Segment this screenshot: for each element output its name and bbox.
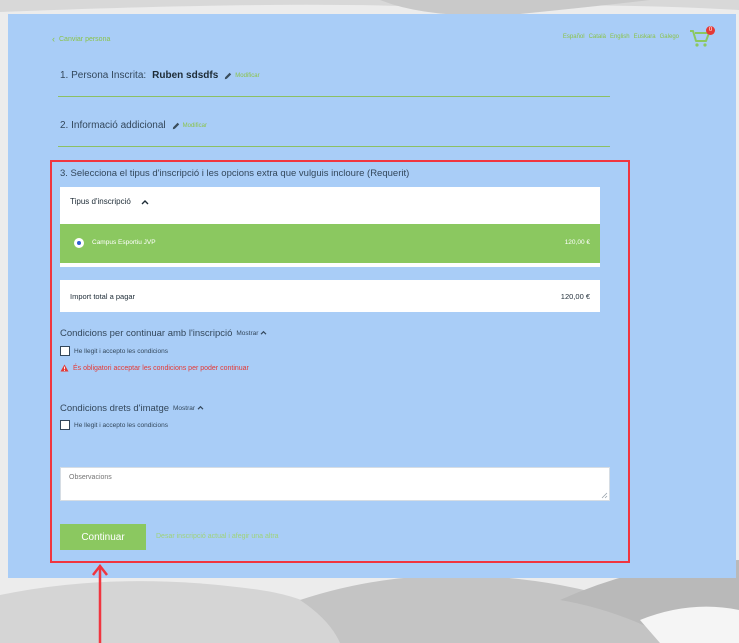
registration-conditions-checkbox[interactable] xyxy=(60,346,70,356)
back-link-label: Canviar persona xyxy=(59,35,111,43)
registration-type-header[interactable]: Tipus d'inscripció xyxy=(70,197,149,206)
registration-conditions-checkbox-label: He llegit i accepto les condicions xyxy=(74,347,168,355)
annotation-arrow-icon xyxy=(92,564,108,643)
image-rights-checkbox-row[interactable]: He llegit i accepto les condicions xyxy=(60,420,168,430)
show-toggle-label: Mostrar xyxy=(173,405,196,412)
registration-conditions-title: Condicions per continuar amb l'inscripci… xyxy=(60,328,267,339)
chevron-up-icon xyxy=(260,330,267,335)
save-and-add-another-link[interactable]: Desar inscripció actual i afegir una alt… xyxy=(156,533,279,540)
total-amount-label: Import total a pagar xyxy=(70,292,136,301)
resize-grip-icon[interactable] xyxy=(601,492,608,499)
registration-conditions-label: Condicions per continuar amb l'inscripci… xyxy=(60,328,233,339)
conditions-error-message: És obligatori acceptar les condicions pe… xyxy=(60,364,249,372)
image-rights-label: Condicions drets d'imatge xyxy=(60,403,170,414)
registration-conditions-checkbox-row[interactable]: He llegit i accepto les condicions xyxy=(60,346,168,356)
conditions-error-text: És obligatori acceptar les condicions pe… xyxy=(73,364,249,372)
pencil-icon xyxy=(172,122,179,129)
divider xyxy=(58,146,610,147)
registration-type-title: Tipus d'inscripció xyxy=(70,197,131,206)
pencil-icon xyxy=(225,72,232,79)
divider xyxy=(58,96,610,97)
back-link[interactable]: ‹ Canviar persona xyxy=(52,34,110,44)
language-selector: Español Català English Euskara Galego xyxy=(563,34,679,40)
registration-option-radio[interactable] xyxy=(74,238,84,248)
top-bar: ‹ Canviar persona Español Català English… xyxy=(52,24,721,52)
step-1-edit-link[interactable]: Modificar xyxy=(224,72,260,80)
step-2-additional-info: 2. Informació addicional Modificar xyxy=(60,120,207,131)
registration-option-label: Campus Esportiu JVP xyxy=(92,239,156,246)
step-1-registered-person: 1. Persona Inscrita: Ruben sdsdfs Modifi… xyxy=(60,70,260,81)
step-2-label: 2. Informació addicional xyxy=(60,120,166,131)
step-2-edit-link[interactable]: Modificar xyxy=(172,122,207,130)
observations-textarea[interactable] xyxy=(60,467,610,501)
registered-person-name: Ruben sdsdfs xyxy=(152,70,219,81)
show-toggle-label: Mostrar xyxy=(236,330,259,337)
chevron-up-icon xyxy=(197,405,204,410)
language-eu[interactable]: Euskara xyxy=(634,34,656,40)
total-amount-card: Import total a pagar 120,00 € xyxy=(60,280,600,312)
language-ca[interactable]: Català xyxy=(589,34,606,40)
language-en[interactable]: English xyxy=(610,34,630,40)
continue-button[interactable]: Continuar xyxy=(60,524,146,550)
card-bottom-strip xyxy=(60,263,600,267)
chevron-left-icon: ‹ xyxy=(52,34,55,44)
chevron-up-icon xyxy=(141,199,149,204)
registration-option-row[interactable]: Campus Esportiu JVP 120,00 € xyxy=(60,224,600,263)
step-2-edit-label: Modificar xyxy=(182,122,207,129)
step-1-label: 1. Persona Inscrita: xyxy=(60,70,147,81)
cart-button[interactable]: 0 xyxy=(689,26,715,50)
language-gl[interactable]: Galego xyxy=(660,34,679,40)
registration-option-price: 120,00 € xyxy=(564,239,590,246)
image-rights-title: Condicions drets d'imatge Mostrar xyxy=(60,403,204,414)
image-rights-checkbox[interactable] xyxy=(60,420,70,430)
language-es[interactable]: Español xyxy=(563,34,585,40)
total-amount-value: 120,00 € xyxy=(560,292,590,301)
image-rights-checkbox-label: He llegit i accepto les condicions xyxy=(74,421,168,429)
warning-icon xyxy=(60,364,69,372)
step-1-edit-label: Modificar xyxy=(235,72,260,79)
cart-count-badge: 0 xyxy=(706,26,715,35)
image-rights-show-toggle[interactable]: Mostrar xyxy=(173,405,204,412)
step-3-title: 3. Selecciona el tipus d'inscripció i le… xyxy=(60,168,410,179)
registration-conditions-show-toggle[interactable]: Mostrar xyxy=(236,330,267,337)
